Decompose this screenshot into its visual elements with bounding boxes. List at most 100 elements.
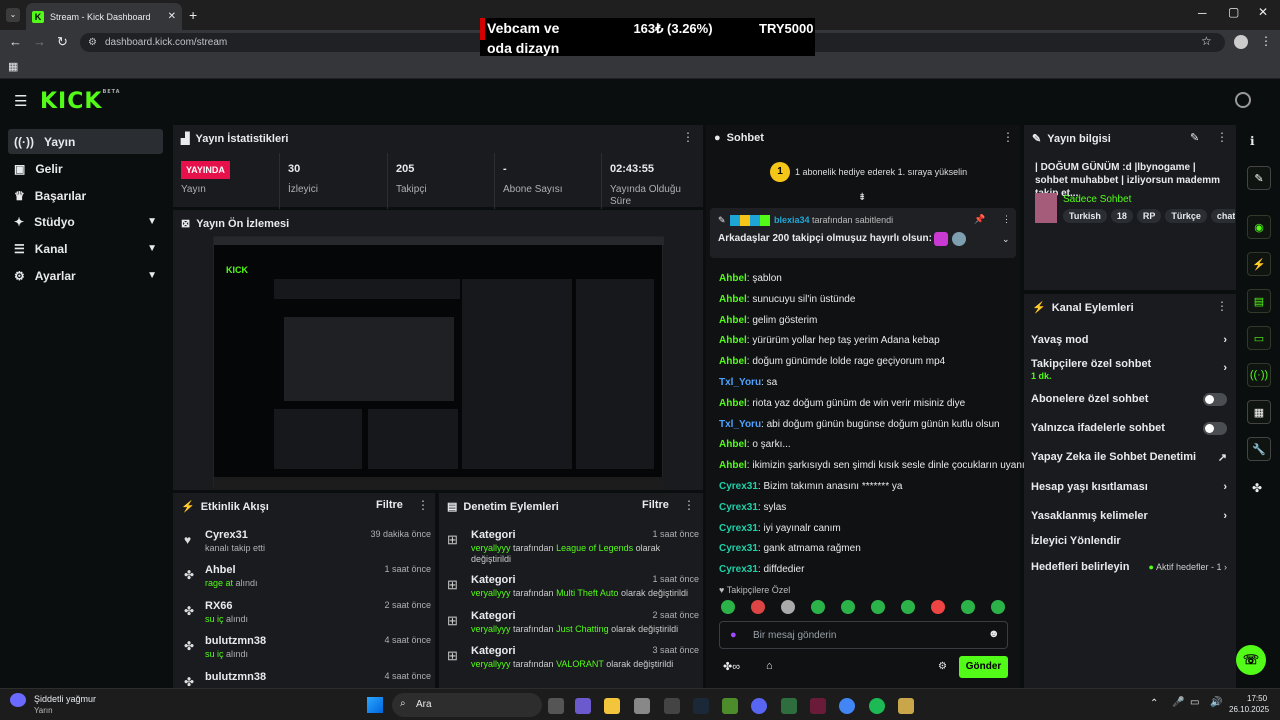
actions-menu-icon[interactable]: ⋮	[1216, 299, 1228, 313]
app-icon[interactable]	[898, 698, 914, 714]
sidebar-item-ayarlar[interactable]: ⚙ Ayarlar ▼	[8, 263, 163, 288]
edit-layout-icon[interactable]: ✎	[1247, 166, 1271, 190]
list-icon[interactable]: ▦	[1247, 400, 1271, 424]
chat-message[interactable]: Cyrex31: iyi yayınalr canım	[719, 523, 841, 534]
weather-text[interactable]: Şiddetli yağmur	[34, 694, 96, 704]
chat-username[interactable]: Ahbel	[719, 356, 747, 367]
tag[interactable]: chat	[1210, 209, 1235, 223]
emote-icon[interactable]	[931, 600, 945, 614]
teams-icon[interactable]	[575, 698, 591, 714]
tag[interactable]: RP	[1136, 209, 1162, 223]
slow-mode-row[interactable]: Yavaş mod ›	[1031, 330, 1227, 350]
close-window-icon[interactable]: ✕	[1258, 5, 1268, 19]
unpin-icon[interactable]: 📌	[974, 214, 985, 225]
chat-username[interactable]: Txl_Yoru	[719, 419, 761, 430]
emoji-icon[interactable]: ☻	[988, 628, 1000, 640]
send-button[interactable]: Gönder	[959, 656, 1008, 678]
emotes-only-toggle[interactable]	[1203, 421, 1227, 435]
broadcast-icon[interactable]: ((·))	[1247, 363, 1271, 387]
pinned-menu-icon[interactable]: ⋮	[1002, 214, 1011, 225]
followers-only-row[interactable]: Takipçilere özel sohbet 1 dk. ›	[1031, 358, 1227, 382]
clock-date[interactable]: 26.10.2025	[1229, 705, 1269, 714]
windows-start-icon[interactable]	[367, 697, 383, 713]
chrome-icon[interactable]	[839, 698, 855, 714]
edit-icon[interactable]: ✎	[1190, 131, 1199, 144]
scroll-down-icon[interactable]: ⇟	[858, 192, 866, 203]
chat-username[interactable]: Cyrex31	[719, 481, 758, 492]
camera-icon[interactable]: ◉	[1247, 215, 1271, 239]
chat-message[interactable]: Txl_Yoru: sa	[719, 377, 777, 388]
profile-avatar[interactable]	[1234, 35, 1248, 49]
goals-row[interactable]: Hedefleri belirleyin ● Aktif hedefler - 1…	[1031, 557, 1227, 577]
tag[interactable]: Turkish	[1063, 209, 1107, 223]
sidebar-item-studyo[interactable]: ✦ Stüdyo ▼	[8, 209, 163, 234]
info-circle-icon[interactable]: ℹ	[1250, 134, 1255, 148]
sidebar-item-yayin[interactable]: ((·)) Yayın	[8, 129, 163, 154]
emotes-only-row[interactable]: Yalnızca ifadelerle sohbet	[1031, 418, 1227, 438]
chat-username[interactable]: Cyrex31	[719, 523, 758, 534]
tag[interactable]: 18	[1110, 209, 1133, 223]
tab-search-icon[interactable]: ⌄	[6, 8, 20, 22]
mic-icon[interactable]: ●	[730, 629, 737, 641]
chat-message[interactable]: Ahbel: riota yaz doğum günüm de win veri…	[719, 398, 965, 409]
emote-icon[interactable]	[751, 600, 765, 614]
info-menu-icon[interactable]: ⋮	[1216, 130, 1228, 144]
bookmark-star-icon[interactable]: ☆	[1201, 34, 1212, 48]
chat-message[interactable]: Cyrex31: gank atmama rağmen	[719, 543, 861, 554]
chat-message[interactable]: Ahbel: ikimizin şarkısıydı sen şimdi kıs…	[719, 460, 1028, 471]
chat-message[interactable]: Ahbel: o şarkı...	[719, 439, 791, 450]
tray-chevron-icon[interactable]: ⌃	[1150, 698, 1158, 709]
chat-username[interactable]: Cyrex31	[719, 502, 758, 513]
chat-message[interactable]: Ahbel: yürürüm yollar hep taş yerim Adan…	[719, 335, 940, 346]
app-icon[interactable]	[810, 698, 826, 714]
kick-logo[interactable]: KICKBETA	[40, 89, 121, 114]
sidebar-item-kanal[interactable]: ☰ Kanal ▼	[8, 236, 163, 261]
chat-message[interactable]: Cyrex31: diffdedier	[719, 564, 804, 575]
emote-icon[interactable]	[901, 600, 915, 614]
emote-icon[interactable]	[781, 600, 795, 614]
chat-username[interactable]: Ahbel	[719, 273, 747, 284]
points-icon[interactable]: ✤	[1252, 481, 1262, 495]
maximize-icon[interactable]: ▢	[1228, 5, 1239, 19]
support-chat-button[interactable]: ☏	[1236, 645, 1266, 675]
minimize-icon[interactable]: ─	[1198, 6, 1207, 20]
wrench-icon[interactable]: 🔧	[1247, 437, 1271, 461]
browser-menu-icon[interactable]: ⋮	[1260, 34, 1272, 48]
chat-message[interactable]: Cyrex31: sylas	[719, 502, 786, 513]
file-explorer-icon[interactable]	[604, 698, 620, 714]
emote-icon[interactable]	[841, 600, 855, 614]
chat-username[interactable]: Txl_Yoru	[719, 377, 761, 388]
stats-menu-icon[interactable]: ⋮	[682, 130, 694, 144]
chat-message[interactable]: Ahbel: gelim gösterim	[719, 315, 817, 326]
chat-username[interactable]: Ahbel	[719, 398, 747, 409]
apps-grid-icon[interactable]: ▦	[8, 60, 18, 73]
store-icon[interactable]: ⌂	[766, 660, 773, 672]
spotify-icon[interactable]	[869, 698, 885, 714]
chat-username[interactable]: Ahbel	[719, 294, 747, 305]
emote-icon[interactable]	[721, 600, 735, 614]
category-name[interactable]: Sadece Sohbet	[1063, 194, 1131, 205]
chat-menu-icon[interactable]: ⋮	[1002, 130, 1014, 144]
user-avatar[interactable]	[1235, 92, 1251, 108]
chat-username[interactable]: Cyrex31	[719, 564, 758, 575]
hamburger-menu-icon[interactable]: ☰	[14, 92, 27, 110]
points-icon[interactable]: ✤∞	[723, 660, 740, 673]
site-info-icon[interactable]: ⚙	[88, 37, 97, 48]
modlog-menu-icon[interactable]: ⋮	[683, 498, 695, 512]
message-icon[interactable]: ▭	[1247, 326, 1271, 350]
app-icon[interactable]	[664, 698, 680, 714]
microphone-icon[interactable]: 🎤	[1172, 697, 1184, 708]
pinned-message[interactable]: ✎ blexia34 tarafından sabitlendi 📌 ⋮ Ark…	[710, 208, 1016, 258]
tag[interactable]: Türkçe	[1165, 209, 1207, 223]
chevron-down-icon[interactable]: ⌄	[1002, 234, 1010, 245]
lightning-icon[interactable]: ⚡	[1247, 252, 1271, 276]
steam-icon[interactable]	[693, 698, 709, 714]
banned-words-row[interactable]: Yasaklanmış kelimeler ›	[1031, 506, 1227, 526]
chat-message[interactable]: Cyrex31: Bizim takımın anasını ******* y…	[719, 481, 902, 492]
task-view-icon[interactable]	[548, 698, 564, 714]
browser-tab[interactable]: K Stream - Kick Dashboard ✕	[26, 3, 182, 30]
chat-username[interactable]: Ahbel	[719, 439, 747, 450]
preview-video[interactable]: KICK	[213, 236, 664, 489]
volume-icon[interactable]: 🔊	[1210, 697, 1222, 708]
taskbar-search[interactable]: ⌕ Ara	[392, 693, 542, 717]
